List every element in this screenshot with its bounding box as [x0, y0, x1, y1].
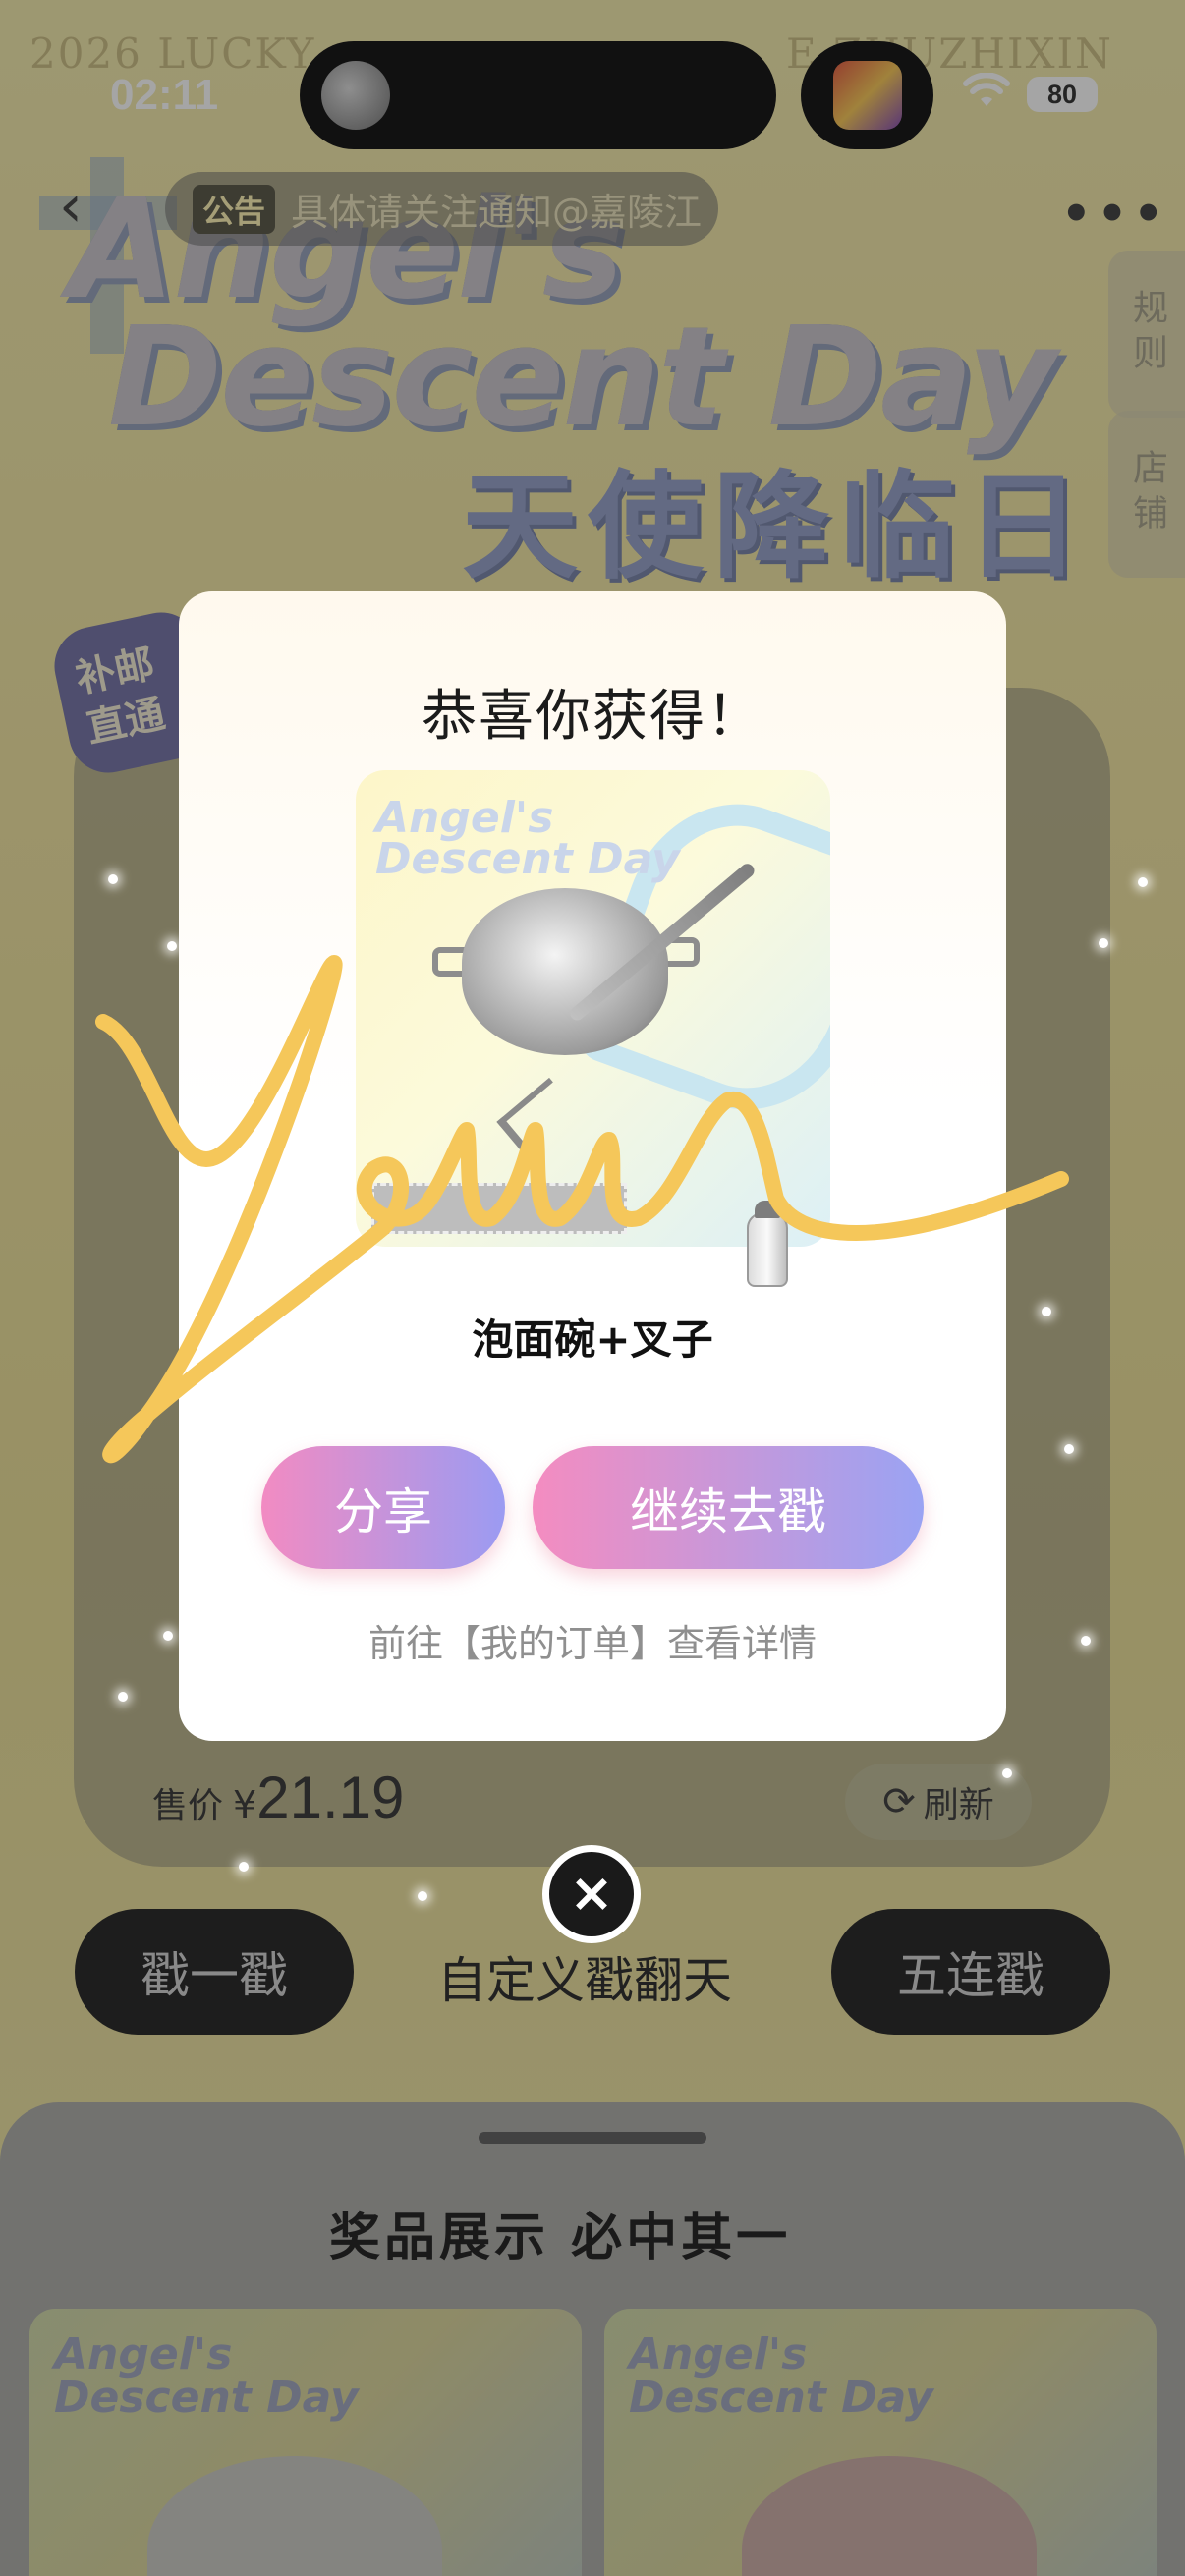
- sparkle: [1099, 938, 1108, 948]
- sparkle: [239, 1862, 249, 1872]
- prize-image-brand: Angel's Descent Day: [375, 793, 680, 884]
- ribbon-label: [371, 1183, 627, 1234]
- salt-shaker-illustration: [747, 1201, 788, 1287]
- fork-tines: [496, 1077, 579, 1157]
- sparkle: [118, 1692, 128, 1702]
- sparkle: [1064, 1444, 1074, 1454]
- sparkle: [1042, 1307, 1051, 1316]
- close-dialog-icon[interactable]: ×: [542, 1845, 641, 1943]
- continue-poke-button[interactable]: 继续去戳: [533, 1446, 924, 1569]
- sparkle: [418, 1891, 427, 1901]
- sparkle: [1138, 877, 1148, 887]
- prize-image: Angel's Descent Day: [356, 770, 830, 1247]
- dialog-title: 恭喜你获得！: [422, 685, 763, 749]
- sparkle: [1002, 1768, 1012, 1778]
- prize-name: 泡面碗+叉子: [472, 1316, 713, 1364]
- share-button[interactable]: 分享: [261, 1446, 505, 1569]
- sparkle: [1081, 1636, 1091, 1646]
- sparkle: [163, 1631, 173, 1641]
- prize-won-dialog: 恭喜你获得！ Angel's Descent Day 泡面碗+叉子 分享 继续去…: [179, 591, 1006, 1741]
- my-orders-link[interactable]: 前往【我的订单】查看详情: [179, 1613, 1006, 1667]
- sparkle: [108, 874, 118, 884]
- sparkle: [167, 941, 177, 951]
